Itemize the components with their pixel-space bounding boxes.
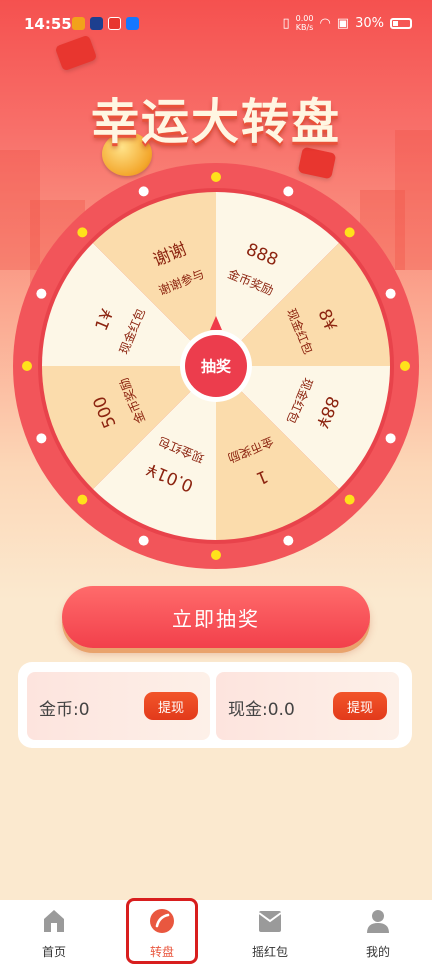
battery-icon — [390, 17, 412, 29]
app-notification-icon — [108, 17, 121, 30]
wheel-light-bulb — [385, 288, 396, 299]
tab-label: 我的 — [365, 945, 390, 959]
draw-now-button[interactable]: 立即抽奖 — [62, 586, 370, 648]
wheel-light-bulb — [283, 186, 294, 197]
net-speed: 0.00 KB/s — [295, 14, 314, 32]
cash-balance: 现金:0.0 — [228, 700, 295, 720]
spin-button-label[interactable]: 抽奖 — [201, 358, 232, 376]
app-notification-icon — [126, 17, 139, 30]
app-notification-icon — [72, 17, 85, 30]
tab-home[interactable]: 首页 — [0, 900, 108, 964]
sim-icon: ▣ — [336, 15, 350, 31]
page-title: 幸运大转盘 — [90, 94, 341, 150]
wheel-light-bulb — [77, 227, 88, 238]
balance-panel: 金币:0 提现 现金:0.0 提现 — [18, 662, 412, 748]
battery-label: 30% — [355, 15, 384, 31]
tab-red-envelope[interactable]: 摇红包 — [216, 900, 324, 964]
wheel-light-bulb — [36, 288, 47, 299]
wheel-light-bulb — [77, 494, 88, 505]
wheel-light-bulb — [138, 535, 149, 546]
status-bar: 14:55 ▯ 0.00 KB/s ◠ ▣ 30% — [0, 0, 432, 50]
tab-label: 摇红包 — [251, 945, 288, 959]
wheel-light-bulb — [344, 227, 355, 238]
coins-card: 金币:0 提现 — [27, 672, 210, 740]
home-icon — [44, 910, 64, 932]
withdraw-cash-button[interactable]: 提现 — [333, 692, 387, 720]
status-time: 14:55 — [24, 15, 72, 33]
status-right: ▯ 0.00 KB/s ◠ ▣ 30% — [282, 14, 412, 32]
wheel-light-bulb — [36, 433, 47, 444]
bottom-tab-bar: 首页 转盘 摇红包 我的 — [0, 900, 432, 964]
coins-balance: 金币:0 — [39, 700, 90, 720]
user-icon — [367, 910, 389, 933]
wifi-icon: ◠ — [319, 15, 331, 31]
wheel-light-bulb — [211, 550, 221, 560]
wheel-light-bulb — [344, 494, 355, 505]
wheel-light-bulb — [138, 186, 149, 197]
red-envelope-icon — [258, 911, 282, 932]
prize-wheel: 888金币奖励8¥现金红包88¥现金红包1金币奖励0.01¥现金红包500金币奖… — [13, 163, 419, 569]
tab-profile[interactable]: 我的 — [324, 900, 432, 964]
wheel-light-bulb — [211, 172, 221, 182]
app-notification-icon — [90, 17, 103, 30]
vibrate-icon: ▯ — [282, 15, 290, 31]
wheel-light-bulb — [400, 361, 410, 371]
tab-label: 首页 — [41, 945, 66, 959]
notification-icons — [72, 17, 139, 30]
cash-card: 现金:0.0 提现 — [216, 672, 399, 740]
wheel-light-bulb — [385, 433, 396, 444]
wheel-light-bulb — [283, 535, 294, 546]
wheel-light-bulb — [22, 361, 32, 371]
active-tab-highlight — [126, 898, 198, 964]
withdraw-coins-button[interactable]: 提现 — [144, 692, 198, 720]
